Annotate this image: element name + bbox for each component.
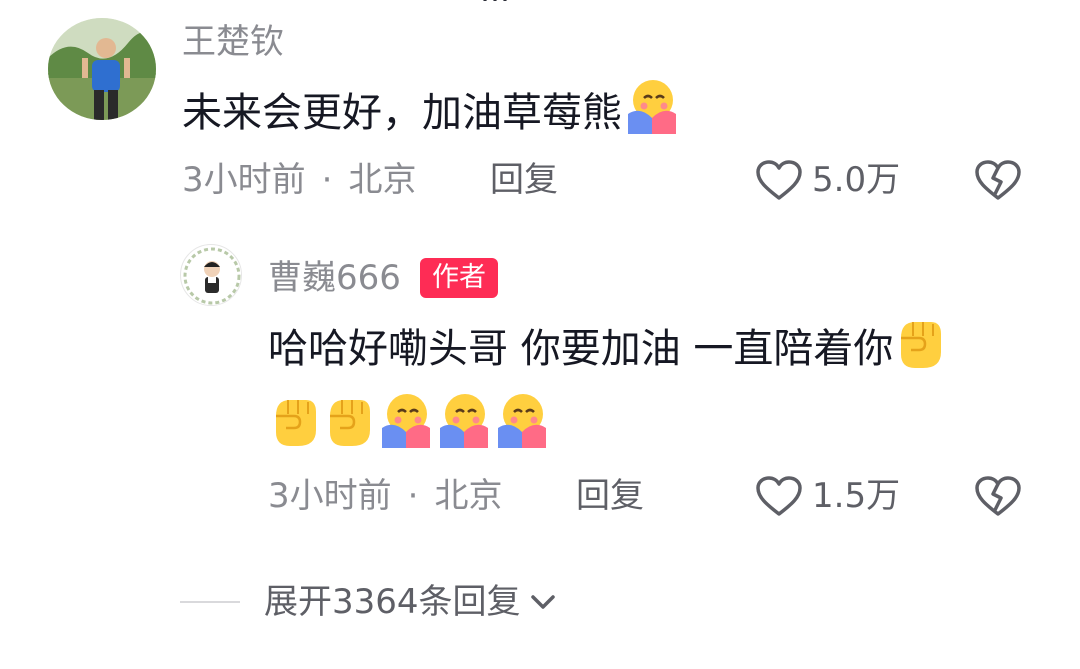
reply-username[interactable]: 曹巍666 [268,258,401,298]
reply-avatar[interactable] [180,244,242,306]
fist-emoji [320,394,376,468]
comment-text-body: 未来会更好，加油草莓熊 [182,90,622,136]
reply-location: 北京 [434,476,503,516]
meta-separator: · [407,476,419,516]
expand-replies-button[interactable]: 展开3364条回复 [180,580,561,624]
comment-text: 未来会更好，加油草莓熊 [182,78,680,154]
dislike-button[interactable] [974,158,1022,202]
heart-icon [756,476,802,516]
broken-heart-icon [975,476,1021,516]
heart-icon [756,160,802,200]
reply-text-body: 哈哈好嘞头哥 你要加油 一直陪着你 [268,326,894,372]
comment-location: 北京 [348,160,417,200]
like-button[interactable]: 1.5万 [754,474,900,518]
avatar-photo [48,18,156,120]
comment-time: 3小时前 [182,160,306,200]
avatar-photo [182,246,241,305]
hug-emoji [492,392,550,468]
dislike-button[interactable] [974,474,1022,518]
reply-text-line-2 [268,392,550,468]
reply-time: 3小时前 [268,476,392,516]
like-count: 5.0万 [812,160,901,200]
comment-username[interactable]: 王楚钦 [182,22,284,62]
hug-emoji [622,78,680,154]
expand-replies-label: 展开3364条回复 [264,582,521,622]
like-count: 1.5万 [812,476,901,516]
broken-heart-icon [975,160,1021,200]
fist-emoji [268,394,320,468]
expand-divider [180,601,240,603]
author-badge: 作者 [420,258,498,298]
avatar[interactable] [48,18,156,120]
reply-button[interactable]: 回复 [490,160,558,200]
reply-button[interactable]: 回复 [576,476,644,516]
hug-emoji [376,392,434,468]
hug-emoji [434,392,492,468]
chevron-down-icon [530,595,555,609]
like-button[interactable]: 5.0万 [754,158,900,202]
meta-separator: · [321,160,333,200]
previous-content-clip: … [480,0,510,9]
comment-meta: 3小时前 · 北京 [182,160,416,200]
reply-text-line-1: 哈哈好嘞头哥 你要加油 一直陪着你 [268,316,945,390]
fist-emoji [893,316,945,390]
reply-meta: 3小时前 · 北京 [268,476,502,516]
